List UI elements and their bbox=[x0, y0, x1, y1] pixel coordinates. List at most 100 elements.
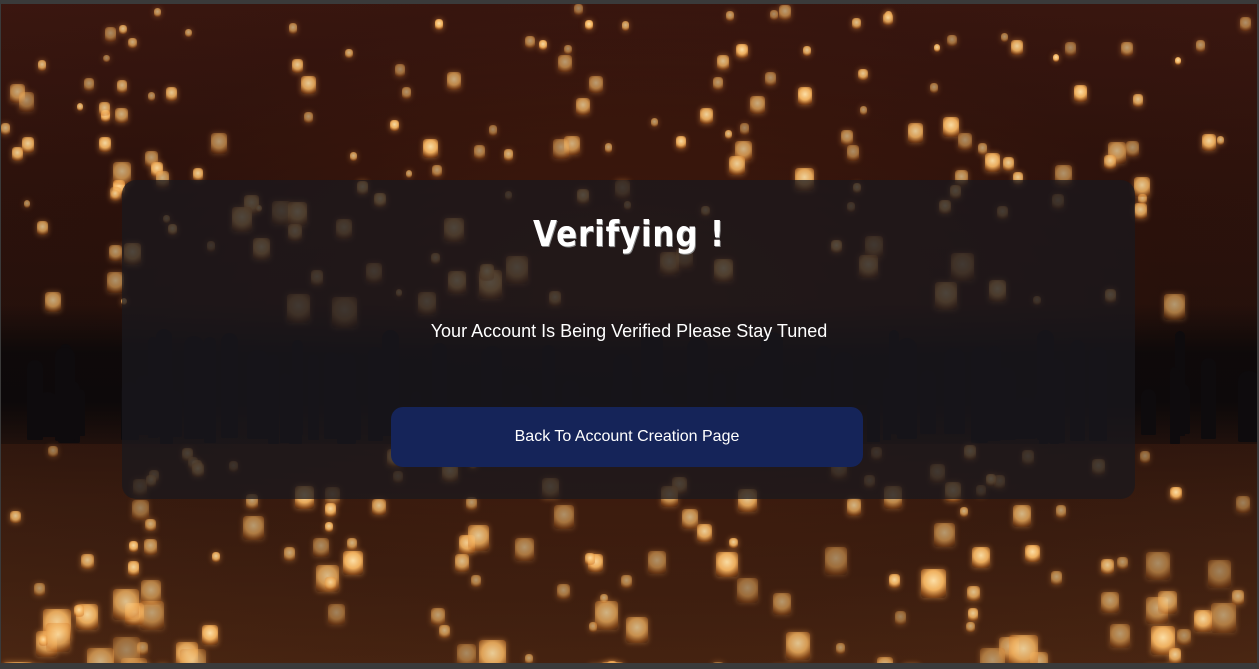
lantern-decoration bbox=[1009, 635, 1038, 663]
lantern-decoration bbox=[18, 92, 35, 112]
lantern-decoration bbox=[600, 593, 609, 604]
lantern-decoration bbox=[584, 19, 593, 30]
lantern-decoration bbox=[1193, 609, 1212, 632]
lantern-decoration bbox=[431, 608, 446, 626]
lantern-decoration bbox=[434, 19, 443, 30]
lantern-decoration bbox=[770, 9, 779, 20]
lantern-decoration bbox=[1235, 496, 1251, 513]
lantern-decoration bbox=[402, 86, 412, 99]
lantern-decoration bbox=[888, 573, 901, 588]
lantern-decoration bbox=[345, 48, 353, 58]
lantern-decoration bbox=[846, 498, 862, 516]
lantern-decoration bbox=[647, 551, 667, 574]
lantern-decoration bbox=[824, 547, 848, 575]
lantern-decoration bbox=[143, 539, 158, 556]
lantern-decoration bbox=[212, 552, 221, 563]
lantern-decoration bbox=[1216, 136, 1224, 145]
lantern-decoration bbox=[1053, 54, 1060, 62]
lantern-decoration bbox=[515, 537, 535, 561]
lantern-decoration bbox=[943, 117, 960, 138]
lantern-decoration bbox=[156, 663, 168, 669]
lantern-decoration bbox=[202, 625, 219, 645]
lantern-decoration bbox=[372, 499, 386, 516]
lantern-decoration bbox=[141, 580, 162, 605]
lantern-decoration bbox=[1174, 56, 1182, 65]
lantern-decoration bbox=[772, 593, 791, 615]
lantern-decoration bbox=[86, 647, 114, 663]
lantern-decoration bbox=[979, 648, 1005, 663]
lantern-decoration bbox=[604, 142, 613, 153]
lantern-decoration bbox=[971, 546, 990, 569]
lantern-decoration bbox=[1013, 505, 1032, 528]
lantern-decoration bbox=[301, 76, 316, 95]
lantern-decoration bbox=[343, 551, 363, 575]
lantern-decoration bbox=[699, 107, 713, 125]
lantern-decoration bbox=[553, 505, 575, 530]
lantern-decoration bbox=[180, 648, 207, 663]
lantern-decoration bbox=[26, 665, 46, 669]
lantern-decoration bbox=[717, 55, 730, 71]
lantern-decoration bbox=[103, 54, 110, 63]
lantern-decoration bbox=[467, 524, 490, 551]
lantern-decoration bbox=[600, 661, 625, 663]
lantern-decoration bbox=[921, 568, 946, 598]
lantern-decoration bbox=[99, 102, 111, 117]
lantern-decoration bbox=[1050, 571, 1062, 585]
lantern-decoration bbox=[1117, 556, 1128, 569]
lantern-decoration bbox=[1177, 628, 1191, 645]
lantern-decoration bbox=[478, 640, 507, 663]
lantern-decoration bbox=[558, 55, 572, 73]
lantern-decoration bbox=[934, 522, 955, 548]
lantern-decoration bbox=[621, 574, 632, 588]
lantern-decoration bbox=[729, 155, 746, 176]
lantern-decoration bbox=[621, 21, 630, 31]
lantern-decoration bbox=[1133, 94, 1144, 107]
lantern-decoration bbox=[589, 664, 613, 669]
lantern-decoration bbox=[934, 44, 941, 52]
lantern-decoration bbox=[292, 59, 304, 74]
lantern-decoration bbox=[1110, 623, 1131, 648]
lantern-decoration bbox=[104, 27, 117, 42]
lantern-decoration bbox=[959, 506, 969, 518]
lantern-decoration bbox=[112, 588, 139, 621]
lantern-decoration bbox=[574, 4, 583, 15]
lantern-decoration bbox=[729, 538, 738, 548]
person-silhouette bbox=[55, 346, 75, 441]
lantern-decoration bbox=[779, 5, 791, 20]
lantern-decoration bbox=[835, 643, 845, 655]
lantern-decoration bbox=[750, 95, 765, 115]
lantern-decoration bbox=[324, 522, 334, 533]
lantern-decoration bbox=[852, 18, 861, 29]
lantern-decoration bbox=[712, 661, 725, 663]
lantern-decoration bbox=[1025, 545, 1040, 563]
lantern-decoration bbox=[74, 604, 85, 617]
lantern-decoration bbox=[576, 97, 591, 116]
lantern-decoration bbox=[111, 189, 119, 200]
lantern-decoration bbox=[131, 499, 149, 521]
lantern-decoration bbox=[116, 80, 128, 93]
lantern-decoration bbox=[1133, 176, 1151, 197]
lantern-decoration bbox=[432, 165, 442, 178]
lantern-decoration bbox=[786, 631, 811, 661]
lantern-decoration bbox=[470, 574, 482, 587]
lantern-decoration bbox=[625, 616, 649, 644]
lantern-decoration bbox=[985, 153, 1000, 172]
back-to-account-creation-button[interactable]: Back To Account Creation Page bbox=[391, 407, 863, 467]
lantern-decoration bbox=[1000, 32, 1009, 43]
lantern-decoration bbox=[563, 44, 572, 55]
lantern-decoration bbox=[1056, 505, 1067, 518]
lantern-decoration bbox=[1232, 590, 1245, 606]
person-silhouette bbox=[1170, 366, 1180, 444]
lantern-decoration bbox=[1, 123, 11, 135]
lantern-decoration bbox=[210, 132, 228, 154]
lantern-decoration bbox=[23, 200, 30, 208]
lantern-decoration bbox=[325, 577, 336, 591]
lantern-decoration bbox=[846, 145, 860, 162]
lantern-decoration bbox=[184, 28, 192, 38]
lantern-decoration bbox=[977, 143, 987, 155]
lantern-decoration bbox=[127, 561, 140, 576]
person-silhouette bbox=[1238, 370, 1257, 443]
lantern-decoration bbox=[1101, 559, 1114, 575]
lantern-decoration bbox=[525, 36, 535, 49]
lantern-decoration bbox=[675, 135, 687, 149]
